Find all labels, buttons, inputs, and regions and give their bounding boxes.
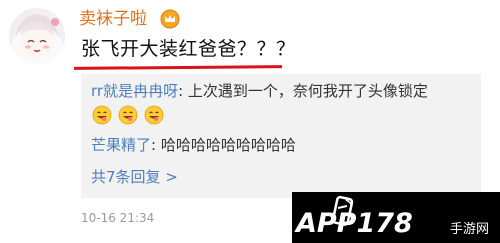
grinning-tongue-emoji-icon xyxy=(144,105,163,124)
site-watermark: APP178 手游网 xyxy=(292,192,500,243)
watermark-logo-text: APP178 xyxy=(296,208,413,239)
grinning-tongue-emoji-icon xyxy=(118,105,138,124)
annotation-underline xyxy=(73,65,283,70)
reply-item[interactable]: 芒果精了: 哈哈哈哈哈哈哈哈哈 xyxy=(91,134,296,156)
reply-list: rr就是冉冉呀: 上次遇到一个，奈何我开了头像锁定 芒果精了: 哈哈哈哈哈哈哈哈… xyxy=(81,74,481,198)
emoji-row xyxy=(91,103,476,125)
avatar[interactable] xyxy=(9,8,65,64)
reply-username[interactable]: 芒果精了 xyxy=(91,136,151,154)
comment-username[interactable]: 卖袜子啦 xyxy=(79,8,147,30)
reply-separator: : xyxy=(178,82,188,100)
grinning-tongue-emoji-icon xyxy=(92,105,112,124)
reply-separator: : xyxy=(151,136,161,154)
reply-text: 哈哈哈哈哈哈哈哈哈 xyxy=(160,136,296,154)
more-replies-link[interactable]: 共7条回复 > xyxy=(91,166,178,188)
crown-badge-icon xyxy=(160,9,180,29)
reply-text: 上次遇到一个，奈何我开了头像锁定 xyxy=(187,82,428,100)
watermark-subtext: 手游网 xyxy=(450,222,490,237)
reply-username[interactable]: rr就是冉冉呀 xyxy=(91,82,178,100)
reply-item[interactable]: rr就是冉冉呀: 上次遇到一个，奈何我开了头像锁定 xyxy=(91,80,476,125)
comment-timestamp: 10-16 21:34 xyxy=(81,211,155,225)
comment-text: 张飞开大装红爸爸？？？ xyxy=(81,38,296,60)
